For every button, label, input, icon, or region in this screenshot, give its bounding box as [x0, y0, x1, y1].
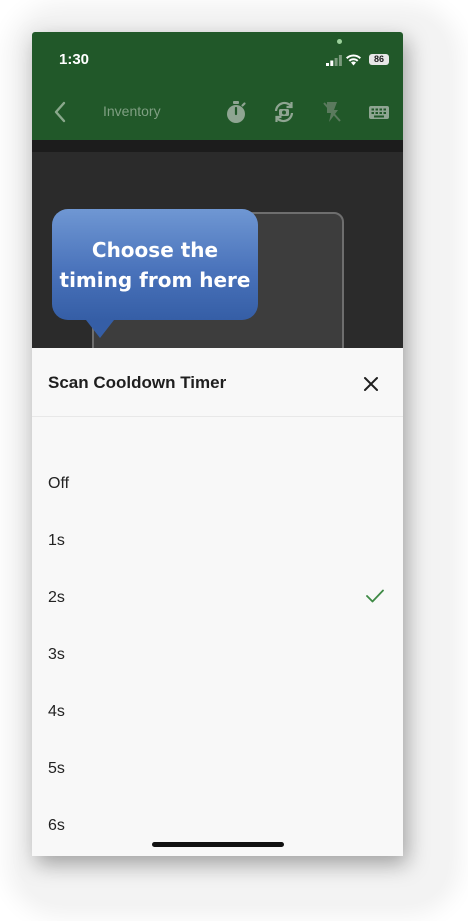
- tooltip-pointer: [86, 320, 114, 338]
- tooltip-line-1: Choose the: [91, 238, 219, 262]
- flash-icon[interactable]: [319, 99, 345, 125]
- status-time: 1:30: [59, 51, 90, 68]
- nav-title: Inventory: [103, 103, 161, 119]
- wifi-icon: [346, 54, 361, 66]
- check-icon: [366, 589, 384, 603]
- close-icon[interactable]: [362, 375, 380, 393]
- stopwatch-icon[interactable]: [223, 99, 249, 125]
- option-label: Off: [48, 475, 70, 492]
- camera-rotate-icon[interactable]: [271, 99, 297, 125]
- option-1s[interactable]: 1s: [32, 513, 403, 570]
- top-nav-bar: Inventory: [32, 87, 403, 140]
- option-label: 4s: [48, 703, 65, 720]
- privacy-dot-icon: [337, 39, 342, 44]
- option-3s[interactable]: 3s: [32, 627, 403, 684]
- keyboard-icon[interactable]: [366, 99, 392, 125]
- option-label: 3s: [48, 646, 65, 663]
- option-label: 1s: [48, 532, 65, 549]
- signal-icon: [326, 55, 342, 66]
- status-bar: 1:30 86: [32, 32, 403, 87]
- phone-screen: 1:30 86 Inventory Scan Cooldown Timer Of…: [32, 32, 403, 856]
- option-off[interactable]: Off: [32, 456, 403, 513]
- option-4s[interactable]: 4s: [32, 684, 403, 741]
- sheet-header: Scan Cooldown Timer: [32, 348, 403, 417]
- back-icon[interactable]: [52, 101, 68, 123]
- sheet-title: Scan Cooldown Timer: [48, 373, 227, 392]
- option-5s[interactable]: 5s: [32, 741, 403, 798]
- option-label: 6s: [48, 817, 65, 834]
- bottom-sheet: Scan Cooldown Timer Off 1s 2s 3s 4s 5s 6…: [32, 348, 403, 856]
- option-label: 5s: [48, 760, 65, 777]
- tooltip-line-2: timing from here: [59, 268, 251, 292]
- battery-icon: 86: [369, 54, 389, 65]
- coach-mark-tooltip: Choose the timing from here: [52, 209, 258, 320]
- option-2s[interactable]: 2s: [32, 570, 403, 627]
- option-label: 2s: [48, 589, 65, 606]
- home-indicator[interactable]: [152, 842, 284, 847]
